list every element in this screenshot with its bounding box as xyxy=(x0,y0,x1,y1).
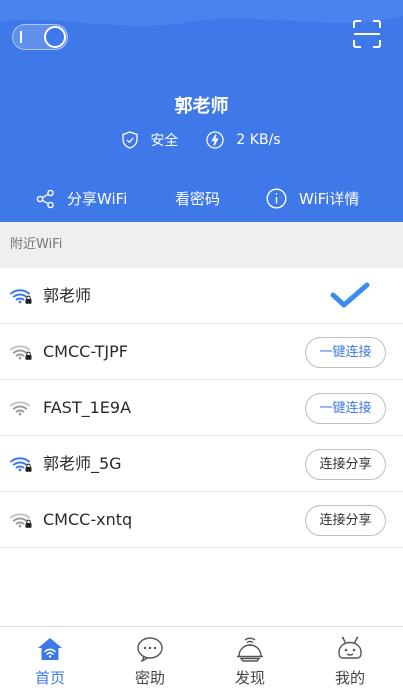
wifi-row[interactable]: FAST_1E9A 一键连接 xyxy=(0,380,403,436)
connected-check-icon xyxy=(330,282,370,308)
view-password-button[interactable]: 看密码 xyxy=(175,188,220,209)
wifi-name: FAST_1E9A xyxy=(43,398,132,417)
toggle-knob xyxy=(44,26,66,48)
connect-share-button[interactable]: 连接分享 xyxy=(305,449,386,480)
wifi-locked-strong-icon xyxy=(10,289,32,304)
tab-discover[interactable]: 发现 xyxy=(200,627,300,691)
wifi-row[interactable]: CMCC-xntq 连接分享 xyxy=(0,492,403,548)
home-wifi-icon xyxy=(38,638,62,660)
wifi-name: CMCC-TJPF xyxy=(43,342,128,361)
scan-button[interactable] xyxy=(352,19,382,49)
wifi-name: 郭老师 xyxy=(43,286,92,305)
tab-assistant[interactable]: 密助 xyxy=(100,627,200,691)
header: 郭老师 安全 2 KB/s 分享WiFi 看密码 WiFi详情 xyxy=(0,0,403,222)
connection-status: 安全 2 KB/s xyxy=(0,128,403,152)
mode-toggle[interactable] xyxy=(12,24,68,50)
wifi-row[interactable]: 郭老师_5G 连接分享 xyxy=(0,436,403,492)
security-label: 安全 xyxy=(150,133,179,149)
wifi-details-button[interactable]: WiFi详情 xyxy=(266,188,359,209)
wifi-name: CMCC-xntq xyxy=(43,510,133,529)
share-icon xyxy=(36,189,54,208)
speed-bolt-icon xyxy=(206,131,225,149)
speed-status: 2 KB/s xyxy=(206,131,281,149)
nearby-wifi-header: 附近WiFi xyxy=(0,222,403,268)
connect-share-button[interactable]: 连接分享 xyxy=(305,505,386,536)
tab-home-label: 首页 xyxy=(34,669,65,687)
info-icon xyxy=(266,188,287,209)
wifi-row[interactable]: 郭老师 xyxy=(0,268,403,324)
toggle-on-mark xyxy=(20,31,22,43)
wifi-row[interactable]: CMCC-TJPF 一键连接 xyxy=(0,324,403,380)
wifi-locked-weak-icon xyxy=(10,513,32,528)
chat-bubble-icon xyxy=(137,637,163,662)
quick-connect-button[interactable]: 一键连接 xyxy=(305,393,386,424)
wifi-locked-strong-icon xyxy=(10,457,32,472)
tab-profile[interactable]: 我的 xyxy=(300,627,400,691)
wifi-open-weak-icon xyxy=(10,401,30,416)
speed-label: 2 KB/s xyxy=(236,132,281,148)
wifi-locked-weak-icon xyxy=(10,345,32,360)
robot-face-icon xyxy=(338,636,362,659)
share-wifi-button[interactable]: 分享WiFi xyxy=(36,188,127,209)
scan-icon xyxy=(353,20,381,48)
tab-assistant-label: 密助 xyxy=(134,669,165,687)
view-password-label: 看密码 xyxy=(175,190,221,208)
tab-profile-label: 我的 xyxy=(334,669,365,687)
share-wifi-label: 分享WiFi xyxy=(67,190,128,208)
wifi-list: 郭老师 CMCC-TJPF 一键连接 FAST_1E9A 一键连接 郭老师_5G… xyxy=(0,268,403,548)
wifi-details-label: WiFi详情 xyxy=(299,190,360,208)
header-actions: 分享WiFi 看密码 WiFi详情 xyxy=(0,186,403,214)
current-wifi-name: 郭老师 xyxy=(174,96,229,117)
wifi-name: 郭老师_5G xyxy=(43,454,122,473)
tab-discover-label: 发现 xyxy=(234,669,265,687)
tab-home[interactable]: 首页 xyxy=(0,627,100,691)
shield-icon xyxy=(122,131,139,149)
security-status: 安全 xyxy=(122,130,178,150)
quick-connect-button[interactable]: 一键连接 xyxy=(305,337,386,368)
bottom-tab-bar: 首页 密助 发现 我的 xyxy=(0,626,403,691)
discover-icon xyxy=(237,637,263,662)
